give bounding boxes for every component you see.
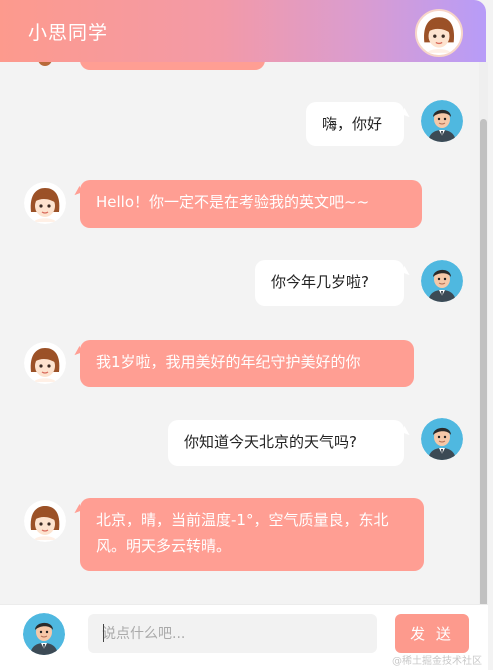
composer-bar: 发 送 @稀土掘金技术社区 — [0, 604, 488, 670]
user-avatar-icon — [23, 613, 65, 655]
assistant-avatar-icon — [24, 342, 66, 384]
text-caret — [103, 624, 104, 642]
message-bubble-bot: Hello！你一定不是在考验我的英文吧~~ — [80, 180, 422, 228]
message-list[interactable]: 嗨，你好 Hello！你一定不是在考验我的英文吧~~ 你今年几岁啦? 我1岁啦，… — [0, 62, 480, 602]
message-bubble-user: 你知道今天北京的天气吗? — [168, 420, 404, 466]
scrollbar-thumb[interactable] — [480, 119, 487, 607]
user-avatar-icon — [421, 418, 463, 460]
previous-avatar-icon — [38, 62, 52, 66]
message-bubble-bot: 我1岁啦，我用美好的年纪守护美好的你 — [80, 340, 414, 387]
user-avatar-icon — [421, 100, 463, 142]
user-avatar-icon — [421, 260, 463, 302]
chat-app: 小思同学 嗨，你好 Hello！你一定不是在考验我的英文吧~~ 你今年几岁啦? … — [0, 0, 493, 670]
send-button[interactable]: 发 送 — [395, 614, 469, 653]
assistant-avatar-icon — [415, 9, 463, 57]
watermark: @稀土掘金技术社区 — [392, 656, 482, 667]
assistant-avatar-icon — [24, 182, 66, 224]
chat-title: 小思同学 — [28, 22, 109, 44]
previous-message-bubble — [80, 62, 265, 70]
message-input[interactable] — [88, 614, 377, 653]
message-bubble-bot: 北京，晴，当前温度-1°，空气质量良，东北风。明天多云转晴。 — [80, 498, 424, 571]
message-bubble-user: 嗨，你好 — [306, 102, 404, 146]
scrollbar[interactable] — [479, 62, 488, 607]
assistant-avatar-icon — [24, 500, 66, 542]
message-bubble-user: 你今年几岁啦? — [255, 260, 404, 306]
chat-header: 小思同学 — [0, 0, 486, 62]
